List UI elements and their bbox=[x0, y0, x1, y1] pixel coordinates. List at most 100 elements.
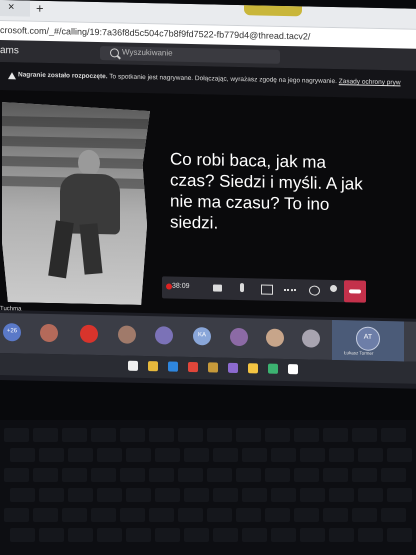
keyboard-key bbox=[91, 468, 116, 482]
browser-tab[interactable]: × bbox=[0, 0, 30, 17]
more-button[interactable] bbox=[280, 279, 300, 301]
keyboard-key bbox=[329, 488, 354, 502]
taskbar-app-icon[interactable] bbox=[288, 364, 298, 375]
photo-image bbox=[2, 102, 150, 305]
taskbar-app-icon[interactable] bbox=[228, 362, 238, 373]
participant-avatar[interactable] bbox=[155, 326, 173, 345]
taskbar-app-icon[interactable] bbox=[148, 361, 158, 372]
keyboard-key bbox=[358, 448, 383, 462]
chat-icon bbox=[309, 285, 320, 296]
keyboard bbox=[0, 420, 416, 555]
keyboard-key bbox=[242, 528, 267, 542]
keyboard-key bbox=[236, 428, 261, 442]
keyboard-key bbox=[126, 528, 151, 542]
hangup-button[interactable] bbox=[344, 280, 366, 303]
keyboard-key bbox=[4, 508, 29, 522]
keyboard-key bbox=[120, 428, 145, 442]
people-button[interactable] bbox=[324, 280, 344, 302]
keyboard-key bbox=[68, 528, 93, 542]
notice-text: Nagranie zostało rozpoczęte. To spotkani… bbox=[18, 71, 401, 86]
keyboard-key bbox=[381, 508, 406, 522]
keyboard-key bbox=[265, 468, 290, 482]
self-avatar: AT bbox=[356, 326, 380, 351]
participant-avatar[interactable] bbox=[118, 325, 136, 344]
privacy-link[interactable]: Zasady ochrony pryw bbox=[339, 78, 401, 86]
keyboard-key bbox=[271, 488, 296, 502]
keyboard-key bbox=[294, 468, 319, 482]
taskbar-app-icon[interactable] bbox=[208, 362, 218, 373]
keyboard-key bbox=[381, 428, 406, 442]
taskbar-app-icon[interactable] bbox=[268, 363, 278, 374]
keyboard-key bbox=[358, 528, 383, 542]
keyboard-key bbox=[323, 468, 348, 482]
keyboard-key bbox=[120, 468, 145, 482]
search-placeholder: Wyszukiwanie bbox=[122, 47, 173, 58]
search-input[interactable]: Wyszukiwanie bbox=[100, 46, 280, 64]
keyboard-key bbox=[294, 428, 319, 442]
chat-button[interactable] bbox=[304, 279, 324, 301]
self-initials: AT bbox=[363, 333, 373, 341]
mic-button[interactable] bbox=[232, 278, 252, 300]
keyboard-key bbox=[242, 448, 267, 462]
keyboard-key bbox=[265, 508, 290, 522]
taskbar-app-icon[interactable] bbox=[248, 363, 258, 374]
keyboard-key bbox=[68, 488, 93, 502]
tab-close-icon[interactable]: × bbox=[8, 1, 14, 13]
keyboard-key bbox=[62, 428, 87, 442]
keyboard-key bbox=[352, 508, 377, 522]
keyboard-key bbox=[352, 428, 377, 442]
participant-avatar[interactable] bbox=[230, 327, 248, 347]
keyboard-key bbox=[213, 448, 238, 462]
keyboard-key bbox=[10, 488, 35, 502]
self-video-tile[interactable]: AT Łukasz Tor­mer bbox=[332, 319, 404, 362]
participant-avatar[interactable] bbox=[302, 329, 320, 348]
participant-avatar[interactable]: +26 bbox=[3, 323, 21, 342]
warning-icon bbox=[8, 72, 16, 80]
keyboard-key bbox=[10, 528, 35, 542]
keyboard-key bbox=[300, 448, 325, 462]
keyboard-key bbox=[381, 468, 406, 482]
call-controls: 38:09 bbox=[162, 276, 366, 303]
participant-avatar[interactable] bbox=[266, 328, 284, 347]
keyboard-key bbox=[4, 468, 29, 482]
keyboard-key bbox=[265, 428, 290, 442]
more-icon bbox=[284, 288, 296, 294]
shared-content: Co robi baca, jak ma czas? Siedzi i myśl… bbox=[0, 90, 416, 319]
new-tab-button[interactable]: + bbox=[36, 1, 44, 16]
video-button[interactable] bbox=[208, 277, 228, 299]
keyboard-key bbox=[39, 488, 64, 502]
participant-avatar[interactable] bbox=[80, 324, 98, 344]
keyboard-key bbox=[236, 468, 261, 482]
participant-avatar[interactable]: KA bbox=[193, 327, 211, 346]
keyboard-key bbox=[149, 428, 174, 442]
browser-tab-highlight[interactable] bbox=[244, 5, 302, 17]
participant-avatar[interactable] bbox=[40, 323, 58, 343]
app-name: ams bbox=[0, 45, 19, 57]
participant-initials: KA bbox=[197, 332, 206, 339]
keyboard-key bbox=[294, 508, 319, 522]
share-icon bbox=[261, 284, 273, 295]
notice-bold: Nagranie zostało rozpoczęte. bbox=[18, 71, 108, 81]
keyboard-key bbox=[352, 468, 377, 482]
keyboard-key bbox=[149, 508, 174, 522]
keyboard-key bbox=[149, 468, 174, 482]
keyboard-key bbox=[178, 428, 203, 442]
keyboard-key bbox=[39, 528, 64, 542]
keyboard-key bbox=[33, 428, 58, 442]
presenter-label: Tuchma bbox=[0, 306, 22, 313]
keyboard-key bbox=[236, 508, 261, 522]
timer-text: 38:09 bbox=[172, 282, 190, 290]
keyboard-key bbox=[207, 428, 232, 442]
keyboard-key bbox=[126, 448, 151, 462]
keyboard-key bbox=[97, 488, 122, 502]
taskbar-app-icon[interactable] bbox=[168, 361, 178, 372]
taskbar-app-icon[interactable] bbox=[128, 360, 138, 371]
keyboard-key bbox=[91, 428, 116, 442]
keyboard-key bbox=[68, 448, 93, 462]
url-text: crosoft.com/_#/calling/19:7a36f8d5c504c7… bbox=[0, 25, 311, 42]
keyboard-key bbox=[91, 508, 116, 522]
keyboard-key bbox=[242, 488, 267, 502]
taskbar-app-icon[interactable] bbox=[188, 361, 198, 373]
keyboard-key bbox=[97, 528, 122, 542]
share-button[interactable] bbox=[256, 278, 276, 300]
